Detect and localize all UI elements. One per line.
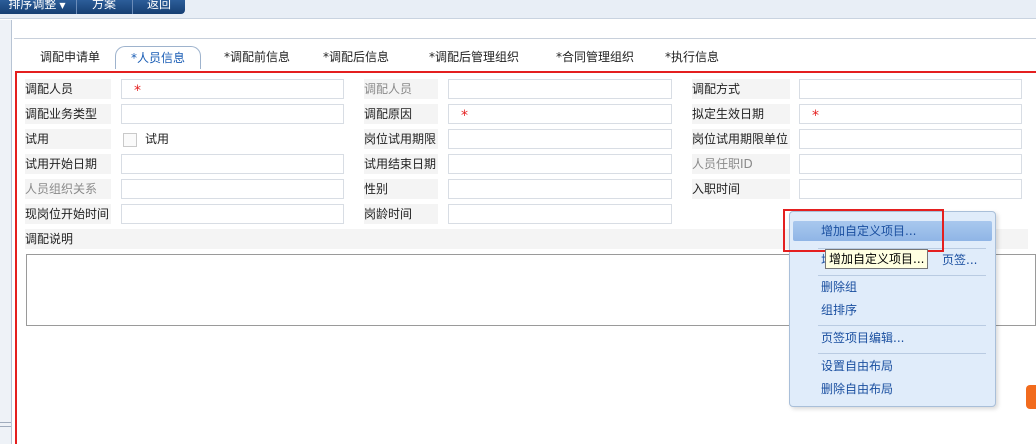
transfer-person-label: 调配人员 <box>25 79 111 99</box>
tab-before-transfer[interactable]: *调配前信息 <box>210 46 304 68</box>
highlight-box <box>783 209 944 252</box>
tab-transfer-application[interactable]: 调配申请单 <box>26 46 114 68</box>
tab-bar: 调配申请单 *人员信息 *调配前信息 *调配后信息 *调配后管理组织 *合同管理… <box>14 38 1036 71</box>
back-button[interactable]: 返回 <box>134 0 184 14</box>
transfer-reason-field[interactable]: * <box>448 104 672 124</box>
plan-label: 方案 <box>91 0 116 11</box>
gender-field[interactable] <box>448 179 672 199</box>
trial-checkbox-label: 试用 <box>145 132 170 146</box>
menu-item-delete-group[interactable]: 删除组 <box>821 277 857 297</box>
top-toolbar: 排序调整 ▼ 方案 返回 <box>0 0 1036 19</box>
post-trial-unit-field[interactable] <box>799 129 1022 149</box>
employment-id-label: 人员任职ID <box>692 154 790 174</box>
trial-label: 试用 <box>25 129 111 149</box>
side-widget-icon[interactable] <box>1026 385 1036 409</box>
transfer-person-ro-label: 调配人员 <box>364 79 438 99</box>
menu-tooltip: 增加自定义项目... <box>825 249 929 269</box>
menu-item-set-free-layout[interactable]: 设置自由布局 <box>821 356 893 376</box>
sort-adjust-button[interactable]: 排序调整 ▼ <box>0 0 74 14</box>
tab-execution-info[interactable]: *执行信息 <box>650 46 734 68</box>
effective-date-field[interactable]: * <box>799 104 1022 124</box>
transfer-method-field[interactable] <box>799 79 1022 99</box>
employment-id-field[interactable] <box>799 154 1022 174</box>
back-label: 返回 <box>146 0 171 11</box>
strip-marker <box>0 422 11 423</box>
transfer-method-label: 调配方式 <box>692 79 790 99</box>
transfer-person-field[interactable]: * <box>121 79 344 99</box>
transfer-reason-label: 调配原因 <box>364 104 438 124</box>
menu-item-group-sort[interactable]: 组排序 <box>821 300 857 320</box>
post-trial-period-label: 岗位试用期限 <box>364 129 438 149</box>
toolbar-divider <box>76 0 77 14</box>
tab-after-transfer-org[interactable]: *调配后管理组织 <box>410 46 538 68</box>
menu-item-add-custom-tab-suffix: 页签... <box>942 253 978 267</box>
strip-marker <box>0 426 11 427</box>
effective-date-label: 拟定生效日期 <box>692 104 790 124</box>
post-trial-unit-label: 岗位试用期限单位 <box>692 129 790 149</box>
trial-end-label: 试用结束日期 <box>364 154 438 174</box>
sort-adjust-label: 排序调整 <box>8 0 57 11</box>
transfer-person-ro-field[interactable] <box>448 79 672 99</box>
post-age-field[interactable] <box>448 204 672 224</box>
org-relation-field[interactable] <box>121 179 344 199</box>
left-collapse-strip[interactable] <box>0 20 12 444</box>
menu-separator <box>818 275 986 276</box>
org-relation-label: 人员组织关系 <box>25 179 111 199</box>
business-type-field[interactable] <box>121 104 344 124</box>
menu-separator <box>818 325 986 326</box>
tab-after-transfer[interactable]: *调配后信息 <box>309 46 403 68</box>
post-age-label: 岗龄时间 <box>364 204 438 224</box>
menu-item-delete-free-layout[interactable]: 删除自由布局 <box>821 379 893 399</box>
gender-label: 性别 <box>364 179 438 199</box>
required-mark: * <box>812 108 819 124</box>
hire-date-label: 入职时间 <box>692 179 790 199</box>
toolbar-divider <box>132 0 133 14</box>
menu-item-tab-item-edit[interactable]: 页签项目编辑... <box>821 328 904 348</box>
trial-start-label: 试用开始日期 <box>25 154 111 174</box>
trial-end-field[interactable] <box>448 154 672 174</box>
required-mark: * <box>134 83 141 99</box>
menu-separator <box>818 353 986 354</box>
required-mark: * <box>461 108 468 124</box>
post-start-field[interactable] <box>121 204 344 224</box>
tab-contract-org[interactable]: *合同管理组织 <box>534 46 656 68</box>
toolbar-button-group: 排序调整 ▼ 方案 返回 <box>0 0 185 14</box>
post-trial-period-field[interactable] <box>448 129 672 149</box>
dropdown-arrow-icon: ▼ <box>59 1 66 10</box>
business-type-label: 调配业务类型 <box>25 104 111 124</box>
post-start-label: 现岗位开始时间 <box>25 204 111 224</box>
hire-date-field[interactable] <box>799 179 1022 199</box>
tab-person-info[interactable]: *人员信息 <box>115 46 201 69</box>
plan-button[interactable]: 方案 <box>78 0 130 14</box>
trial-checkbox[interactable] <box>123 133 137 147</box>
trial-start-field[interactable] <box>121 154 344 174</box>
